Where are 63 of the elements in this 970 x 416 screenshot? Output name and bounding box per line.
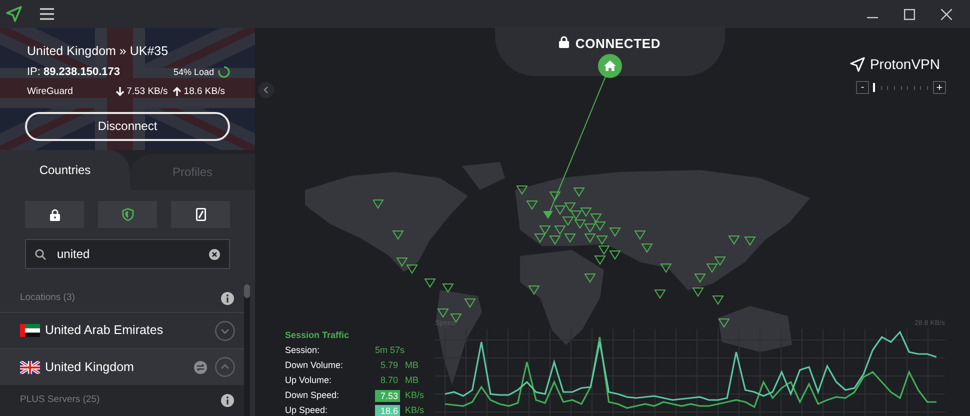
clear-icon[interactable] bbox=[209, 248, 220, 260]
zoom-in-button[interactable]: + bbox=[933, 81, 946, 94]
traffic-unit: MB bbox=[405, 359, 418, 372]
disconnect-button[interactable]: Disconnect bbox=[25, 112, 230, 141]
country-row[interactable]: United Kingdom bbox=[0, 349, 244, 385]
logo-icon bbox=[850, 57, 865, 72]
server-load: 54% Load bbox=[173, 66, 214, 78]
download-speed: 7.53 KB/s bbox=[126, 84, 168, 98]
secure-core-button[interactable] bbox=[25, 201, 84, 228]
netshield-button[interactable] bbox=[98, 201, 157, 228]
zoom-slider[interactable] bbox=[871, 81, 931, 94]
traffic-label: Up Speed: bbox=[285, 404, 329, 416]
traffic-unit: KB/s bbox=[405, 404, 424, 416]
scrollbar[interactable] bbox=[244, 284, 250, 416]
search-value: united bbox=[57, 246, 91, 263]
load-ring-icon bbox=[218, 66, 230, 78]
close-icon[interactable] bbox=[941, 8, 952, 20]
minimize-icon[interactable] bbox=[867, 17, 878, 19]
traffic-label: Up Volume: bbox=[285, 374, 333, 387]
card-icon bbox=[196, 208, 206, 221]
country-name: United Kingdom bbox=[45, 358, 135, 376]
search-icon bbox=[35, 248, 46, 260]
traffic-value: 5m 57s bbox=[375, 344, 405, 357]
chevron-down-icon[interactable] bbox=[215, 320, 235, 340]
traffic-unit: MB bbox=[405, 374, 418, 387]
home-marker-icon[interactable] bbox=[598, 54, 622, 78]
zoom-out-button[interactable]: - bbox=[856, 81, 869, 94]
traffic-value-badge: 7.53 bbox=[375, 390, 400, 402]
info-icon[interactable] bbox=[221, 394, 234, 407]
traffic-label: Down Volume: bbox=[285, 359, 344, 372]
brand-name: ProtonVPN bbox=[870, 55, 940, 74]
traffic-value-badge: 18.6 bbox=[375, 404, 400, 416]
sidebar-tab[interactable]: Countries bbox=[0, 150, 130, 190]
section-header: Locations (3) bbox=[20, 290, 76, 305]
upload-arrow-icon bbox=[172, 87, 181, 96]
maximize-icon[interactable] bbox=[904, 8, 915, 20]
server-name: United Kingdom » UK#35 bbox=[27, 43, 170, 59]
shield-icon bbox=[122, 208, 134, 221]
chevron-up-icon[interactable] bbox=[215, 357, 235, 377]
lock-icon bbox=[559, 36, 570, 48]
traffic-value: 5.79 bbox=[379, 359, 399, 372]
flag-icon bbox=[20, 324, 40, 337]
lock-icon bbox=[50, 208, 60, 220]
download-arrow-icon bbox=[116, 87, 124, 96]
menu-icon[interactable] bbox=[40, 8, 54, 20]
section-header: PLUS Servers (25) bbox=[20, 393, 101, 408]
kill-switch-button[interactable] bbox=[171, 201, 230, 228]
ip-address: IP: 89.238.150.173 bbox=[27, 65, 120, 80]
traffic-value: 8.70 bbox=[379, 374, 399, 387]
search-field[interactable]: united bbox=[25, 239, 230, 269]
traffic-title: Session Traffic bbox=[285, 329, 350, 342]
traffic-label: Session: bbox=[285, 344, 321, 357]
zoom-thumb[interactable] bbox=[872, 83, 875, 92]
traffic-unit: KB/s bbox=[405, 389, 424, 402]
collapse-icon[interactable] bbox=[258, 82, 274, 98]
connection-status: CONNECTED bbox=[575, 35, 661, 53]
upload-speed: 18.6 KB/s bbox=[184, 84, 225, 98]
traffic-label: Down Speed: bbox=[285, 389, 340, 402]
logo-icon bbox=[6, 6, 22, 22]
flag-icon bbox=[20, 360, 40, 374]
country-name: United Arab Emirates bbox=[45, 322, 164, 340]
info-icon[interactable] bbox=[221, 292, 234, 304]
protocol-label: WireGuard bbox=[27, 84, 73, 98]
